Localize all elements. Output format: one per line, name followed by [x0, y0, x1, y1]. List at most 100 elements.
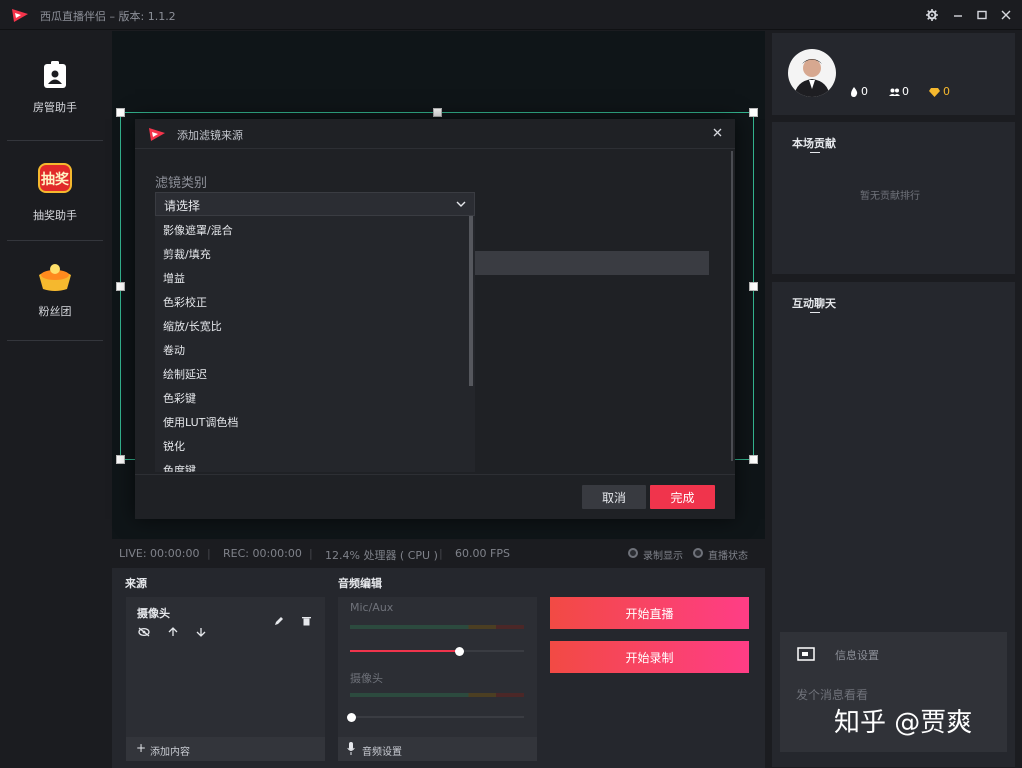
info-settings-icon[interactable]: [797, 647, 815, 661]
message-input[interactable]: 发个消息看看: [796, 686, 868, 703]
edit-pencil-icon[interactable]: [274, 616, 284, 626]
resize-handle[interactable]: [749, 455, 758, 464]
add-content-label: 添加内容: [150, 747, 190, 758]
dialog-title: 添加滤镜来源: [177, 129, 243, 142]
option-item[interactable]: 卷动: [163, 342, 185, 358]
move-up-icon[interactable]: [168, 627, 178, 637]
left-sidebar: 房管助手 抽奖 抽奖助手 粉丝团: [0, 31, 110, 768]
avatar[interactable]: [788, 49, 836, 97]
scrollbar[interactable]: [731, 151, 733, 461]
empty-ranking-text: 暂无贡献排行: [860, 191, 920, 202]
sources-list: 摄像头 + 添加内容: [126, 597, 325, 761]
option-item[interactable]: 色彩键: [163, 390, 196, 406]
close-icon[interactable]: [713, 128, 722, 137]
tab-underline: [810, 312, 820, 313]
option-item[interactable]: 使用LUT调色档: [163, 414, 238, 430]
confirm-button[interactable]: 完成: [650, 485, 715, 509]
resize-handle[interactable]: [433, 108, 442, 117]
option-item[interactable]: 锐化: [163, 438, 185, 454]
sources-title: 来源: [125, 577, 147, 590]
option-item[interactable]: 缩放/长宽比: [163, 318, 222, 334]
start-live-button[interactable]: 开始直播: [550, 597, 749, 629]
maximize-icon[interactable]: [972, 6, 992, 24]
cpu-usage: 12.4% 处理器 ( CPU ): [325, 549, 438, 562]
stat-count: 0: [861, 85, 868, 98]
contribution-title: 本场贡献: [792, 137, 836, 150]
start-record-button[interactable]: 开始录制: [550, 641, 749, 673]
option-item[interactable]: 色彩校正: [163, 294, 207, 310]
contribution-panel: 本场贡献 暂无贡献排行: [772, 122, 1015, 274]
record-display-label: 录制显示: [643, 551, 683, 562]
diamond-icon: [929, 88, 940, 97]
volume-slider-thumb[interactable]: [347, 713, 356, 722]
cancel-button[interactable]: 取消: [582, 485, 646, 509]
live-timer: LIVE: 00:00:00: [119, 547, 200, 560]
name-input-field[interactable]: [475, 251, 709, 275]
source-item-camera[interactable]: 摄像头: [137, 605, 170, 621]
option-item[interactable]: 绘制延迟: [163, 366, 207, 382]
info-settings-label[interactable]: 信息设置: [835, 647, 879, 663]
audio-meter: [350, 625, 524, 629]
audio-settings-button[interactable]: 音频设置: [338, 737, 537, 761]
filter-category-select[interactable]: 请选择: [155, 192, 475, 216]
rec-timer: REC: 00:00:00: [223, 547, 302, 560]
volume-slider-track[interactable]: [350, 716, 524, 718]
move-down-icon[interactable]: [196, 627, 206, 637]
record-display-radio[interactable]: [628, 548, 638, 558]
volume-slider-fill: [350, 650, 460, 652]
channel-name: Mic/Aux: [350, 601, 394, 614]
tab-underline: [810, 152, 820, 153]
channel-name: 摄像头: [350, 672, 383, 685]
resize-handle[interactable]: [116, 455, 125, 464]
sidebar-item-room-manager[interactable]: 房管助手: [7, 41, 103, 141]
resize-handle[interactable]: [116, 108, 125, 117]
chevron-down-icon: [456, 201, 466, 208]
list-scrollbar[interactable]: [469, 216, 473, 386]
separator: |: [309, 547, 313, 560]
add-content-button[interactable]: + 添加内容: [126, 737, 325, 761]
flame-icon: [850, 87, 858, 97]
resize-handle[interactable]: [116, 282, 125, 291]
sidebar-item-label: 粉丝团: [38, 305, 72, 318]
resize-handle[interactable]: [749, 282, 758, 291]
separator: |: [439, 547, 443, 560]
plus-icon: +: [136, 741, 147, 755]
settings-gear-icon[interactable]: [922, 6, 942, 24]
chat-title: 互动聊天: [792, 297, 836, 310]
visibility-off-icon[interactable]: [138, 627, 150, 637]
option-item[interactable]: 影像遮罩/混合: [163, 222, 233, 238]
filter-category-label: 滤镜类别: [155, 176, 208, 191]
audio-title: 音频编辑: [338, 577, 382, 590]
status-bar: LIVE: 00:00:00 | REC: 00:00:00 | 12.4% 处…: [112, 540, 765, 568]
lottery-icon: 抽奖: [37, 161, 73, 195]
title-bar: 西瓜直播伴侣 – 版本: 1.1.2: [0, 0, 1022, 30]
app-logo-icon: [147, 125, 167, 143]
audio-settings-label: 音频设置: [362, 747, 402, 758]
delete-trash-icon[interactable]: [302, 616, 311, 626]
fan-club-icon: [35, 261, 75, 293]
filter-options-list: 影像遮罩/混合 剪裁/填充 增益 色彩校正 缩放/长宽比 卷动 绘制延迟 色彩键…: [155, 216, 475, 472]
audio-meter: [350, 693, 524, 697]
option-item[interactable]: 色度键: [163, 462, 196, 472]
volume-slider-thumb[interactable]: [455, 647, 464, 656]
option-item[interactable]: 增益: [163, 270, 185, 286]
resize-handle[interactable]: [749, 108, 758, 117]
option-item[interactable]: 剪裁/填充: [163, 246, 211, 262]
audio-mixer: Mic/Aux 摄像头 音频设置: [338, 597, 537, 761]
stat-count: 0: [902, 85, 909, 98]
dialog-header: 添加滤镜来源: [135, 119, 735, 149]
divider: [135, 474, 735, 475]
svg-text:抽奖: 抽奖: [41, 171, 70, 188]
live-status-radio[interactable]: [693, 548, 703, 558]
microphone-icon: [347, 742, 355, 755]
app-logo-icon: [10, 6, 30, 24]
separator: |: [207, 547, 211, 560]
sidebar-item-label: 抽奖助手: [33, 209, 77, 222]
clipboard-user-icon: [42, 61, 68, 89]
watermark: 知乎 @贾爽: [834, 708, 973, 738]
sidebar-item-fan-club[interactable]: 粉丝团: [7, 241, 103, 341]
close-window-icon[interactable]: [996, 6, 1016, 24]
stat-count: 0: [943, 85, 950, 98]
minimize-icon[interactable]: [948, 6, 968, 24]
sidebar-item-lottery[interactable]: 抽奖 抽奖助手: [7, 141, 103, 241]
